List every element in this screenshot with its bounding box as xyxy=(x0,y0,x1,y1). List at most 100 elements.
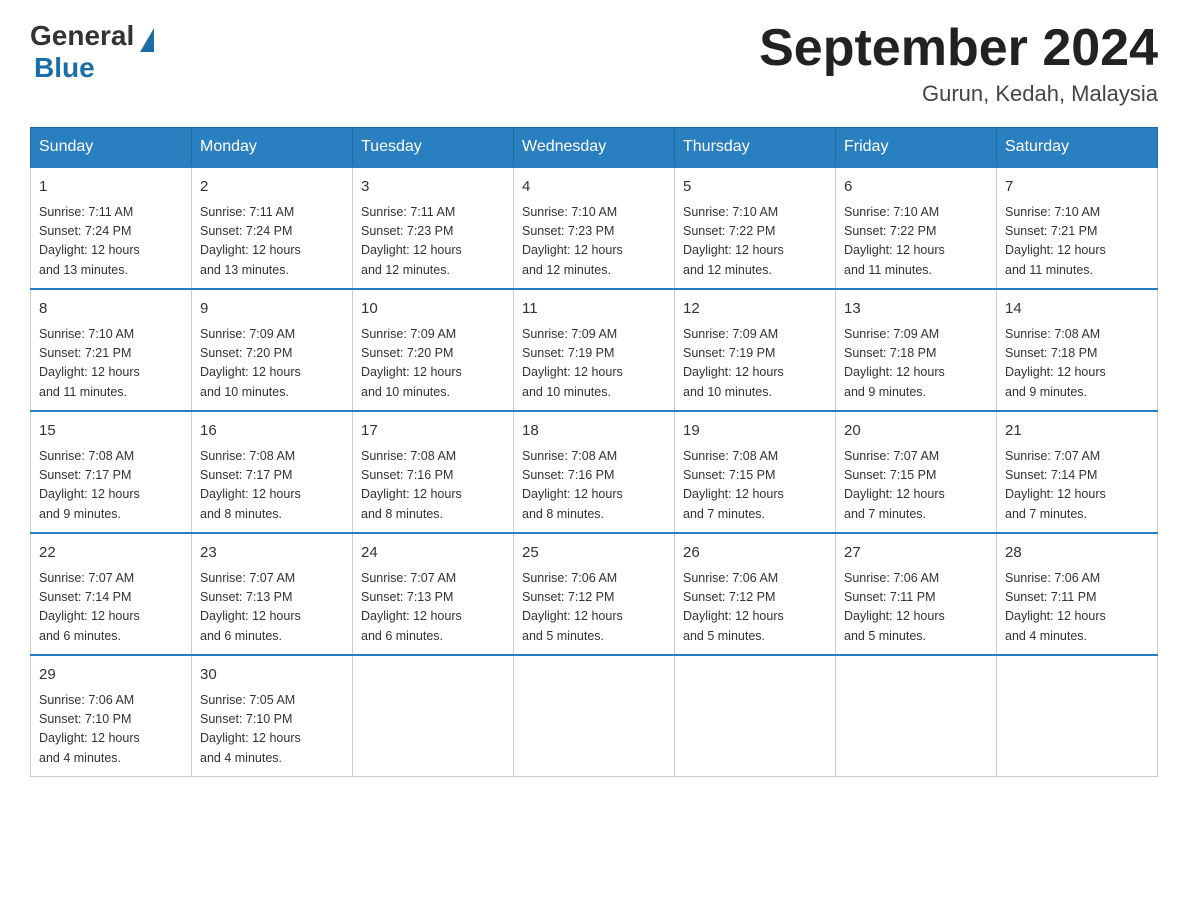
table-row: 30 Sunrise: 7:05 AMSunset: 7:10 PMDaylig… xyxy=(192,655,353,777)
calendar-table: Sunday Monday Tuesday Wednesday Thursday… xyxy=(30,127,1158,777)
table-row: 10 Sunrise: 7:09 AMSunset: 7:20 PMDaylig… xyxy=(353,289,514,411)
calendar-location: Gurun, Kedah, Malaysia xyxy=(759,81,1158,107)
day-info: Sunrise: 7:11 AMSunset: 7:23 PMDaylight:… xyxy=(361,203,505,281)
table-row xyxy=(514,655,675,777)
col-thursday: Thursday xyxy=(675,128,836,168)
calendar-header-row: Sunday Monday Tuesday Wednesday Thursday… xyxy=(31,128,1158,168)
day-info: Sunrise: 7:06 AMSunset: 7:12 PMDaylight:… xyxy=(522,569,666,647)
day-info: Sunrise: 7:08 AMSunset: 7:16 PMDaylight:… xyxy=(361,447,505,525)
day-info: Sunrise: 7:06 AMSunset: 7:11 PMDaylight:… xyxy=(844,569,988,647)
table-row: 27 Sunrise: 7:06 AMSunset: 7:11 PMDaylig… xyxy=(836,533,997,655)
table-row: 11 Sunrise: 7:09 AMSunset: 7:19 PMDaylig… xyxy=(514,289,675,411)
day-number: 29 xyxy=(39,664,183,687)
day-number: 14 xyxy=(1005,298,1149,321)
day-info: Sunrise: 7:07 AMSunset: 7:15 PMDaylight:… xyxy=(844,447,988,525)
col-saturday: Saturday xyxy=(997,128,1158,168)
day-number: 27 xyxy=(844,542,988,565)
day-number: 16 xyxy=(200,420,344,443)
table-row: 18 Sunrise: 7:08 AMSunset: 7:16 PMDaylig… xyxy=(514,411,675,533)
day-info: Sunrise: 7:11 AMSunset: 7:24 PMDaylight:… xyxy=(200,203,344,281)
table-row: 6 Sunrise: 7:10 AMSunset: 7:22 PMDayligh… xyxy=(836,167,997,289)
day-number: 13 xyxy=(844,298,988,321)
calendar-week-row: 1 Sunrise: 7:11 AMSunset: 7:24 PMDayligh… xyxy=(31,167,1158,289)
day-number: 3 xyxy=(361,176,505,199)
day-info: Sunrise: 7:07 AMSunset: 7:13 PMDaylight:… xyxy=(361,569,505,647)
calendar-title: September 2024 xyxy=(759,20,1158,77)
day-info: Sunrise: 7:09 AMSunset: 7:20 PMDaylight:… xyxy=(200,325,344,403)
day-number: 26 xyxy=(683,542,827,565)
table-row: 15 Sunrise: 7:08 AMSunset: 7:17 PMDaylig… xyxy=(31,411,192,533)
day-info: Sunrise: 7:10 AMSunset: 7:22 PMDaylight:… xyxy=(683,203,827,281)
day-number: 4 xyxy=(522,176,666,199)
day-info: Sunrise: 7:10 AMSunset: 7:21 PMDaylight:… xyxy=(39,325,183,403)
day-number: 10 xyxy=(361,298,505,321)
day-info: Sunrise: 7:09 AMSunset: 7:18 PMDaylight:… xyxy=(844,325,988,403)
table-row xyxy=(353,655,514,777)
day-number: 23 xyxy=(200,542,344,565)
table-row: 4 Sunrise: 7:10 AMSunset: 7:23 PMDayligh… xyxy=(514,167,675,289)
table-row: 26 Sunrise: 7:06 AMSunset: 7:12 PMDaylig… xyxy=(675,533,836,655)
day-number: 30 xyxy=(200,664,344,687)
table-row: 5 Sunrise: 7:10 AMSunset: 7:22 PMDayligh… xyxy=(675,167,836,289)
day-info: Sunrise: 7:06 AMSunset: 7:12 PMDaylight:… xyxy=(683,569,827,647)
table-row xyxy=(675,655,836,777)
day-info: Sunrise: 7:10 AMSunset: 7:23 PMDaylight:… xyxy=(522,203,666,281)
day-info: Sunrise: 7:05 AMSunset: 7:10 PMDaylight:… xyxy=(200,691,344,769)
table-row: 29 Sunrise: 7:06 AMSunset: 7:10 PMDaylig… xyxy=(31,655,192,777)
day-number: 18 xyxy=(522,420,666,443)
table-row: 19 Sunrise: 7:08 AMSunset: 7:15 PMDaylig… xyxy=(675,411,836,533)
table-row: 3 Sunrise: 7:11 AMSunset: 7:23 PMDayligh… xyxy=(353,167,514,289)
day-info: Sunrise: 7:07 AMSunset: 7:14 PMDaylight:… xyxy=(1005,447,1149,525)
logo-general-text: General xyxy=(30,20,134,52)
day-info: Sunrise: 7:08 AMSunset: 7:17 PMDaylight:… xyxy=(39,447,183,525)
table-row: 20 Sunrise: 7:07 AMSunset: 7:15 PMDaylig… xyxy=(836,411,997,533)
day-number: 19 xyxy=(683,420,827,443)
table-row: 21 Sunrise: 7:07 AMSunset: 7:14 PMDaylig… xyxy=(997,411,1158,533)
day-number: 12 xyxy=(683,298,827,321)
day-info: Sunrise: 7:09 AMSunset: 7:19 PMDaylight:… xyxy=(683,325,827,403)
day-number: 5 xyxy=(683,176,827,199)
day-number: 21 xyxy=(1005,420,1149,443)
day-info: Sunrise: 7:07 AMSunset: 7:13 PMDaylight:… xyxy=(200,569,344,647)
day-info: Sunrise: 7:09 AMSunset: 7:20 PMDaylight:… xyxy=(361,325,505,403)
day-number: 15 xyxy=(39,420,183,443)
day-number: 1 xyxy=(39,176,183,199)
day-info: Sunrise: 7:10 AMSunset: 7:21 PMDaylight:… xyxy=(1005,203,1149,281)
table-row xyxy=(997,655,1158,777)
day-info: Sunrise: 7:10 AMSunset: 7:22 PMDaylight:… xyxy=(844,203,988,281)
day-number: 11 xyxy=(522,298,666,321)
table-row: 9 Sunrise: 7:09 AMSunset: 7:20 PMDayligh… xyxy=(192,289,353,411)
calendar-week-row: 22 Sunrise: 7:07 AMSunset: 7:14 PMDaylig… xyxy=(31,533,1158,655)
calendar-week-row: 15 Sunrise: 7:08 AMSunset: 7:17 PMDaylig… xyxy=(31,411,1158,533)
page-header: General Blue September 2024 Gurun, Kedah… xyxy=(30,20,1158,107)
table-row: 13 Sunrise: 7:09 AMSunset: 7:18 PMDaylig… xyxy=(836,289,997,411)
calendar-week-row: 29 Sunrise: 7:06 AMSunset: 7:10 PMDaylig… xyxy=(31,655,1158,777)
day-info: Sunrise: 7:06 AMSunset: 7:10 PMDaylight:… xyxy=(39,691,183,769)
table-row: 8 Sunrise: 7:10 AMSunset: 7:21 PMDayligh… xyxy=(31,289,192,411)
table-row: 16 Sunrise: 7:08 AMSunset: 7:17 PMDaylig… xyxy=(192,411,353,533)
table-row xyxy=(836,655,997,777)
day-number: 25 xyxy=(522,542,666,565)
day-number: 20 xyxy=(844,420,988,443)
table-row: 2 Sunrise: 7:11 AMSunset: 7:24 PMDayligh… xyxy=(192,167,353,289)
table-row: 22 Sunrise: 7:07 AMSunset: 7:14 PMDaylig… xyxy=(31,533,192,655)
col-wednesday: Wednesday xyxy=(514,128,675,168)
day-number: 7 xyxy=(1005,176,1149,199)
day-info: Sunrise: 7:06 AMSunset: 7:11 PMDaylight:… xyxy=(1005,569,1149,647)
day-info: Sunrise: 7:08 AMSunset: 7:18 PMDaylight:… xyxy=(1005,325,1149,403)
day-info: Sunrise: 7:08 AMSunset: 7:15 PMDaylight:… xyxy=(683,447,827,525)
day-info: Sunrise: 7:08 AMSunset: 7:16 PMDaylight:… xyxy=(522,447,666,525)
day-number: 8 xyxy=(39,298,183,321)
col-sunday: Sunday xyxy=(31,128,192,168)
col-friday: Friday xyxy=(836,128,997,168)
table-row: 23 Sunrise: 7:07 AMSunset: 7:13 PMDaylig… xyxy=(192,533,353,655)
day-number: 2 xyxy=(200,176,344,199)
day-info: Sunrise: 7:11 AMSunset: 7:24 PMDaylight:… xyxy=(39,203,183,281)
day-number: 22 xyxy=(39,542,183,565)
day-info: Sunrise: 7:07 AMSunset: 7:14 PMDaylight:… xyxy=(39,569,183,647)
day-number: 28 xyxy=(1005,542,1149,565)
day-number: 17 xyxy=(361,420,505,443)
table-row: 12 Sunrise: 7:09 AMSunset: 7:19 PMDaylig… xyxy=(675,289,836,411)
logo: General Blue xyxy=(30,20,154,84)
table-row: 24 Sunrise: 7:07 AMSunset: 7:13 PMDaylig… xyxy=(353,533,514,655)
